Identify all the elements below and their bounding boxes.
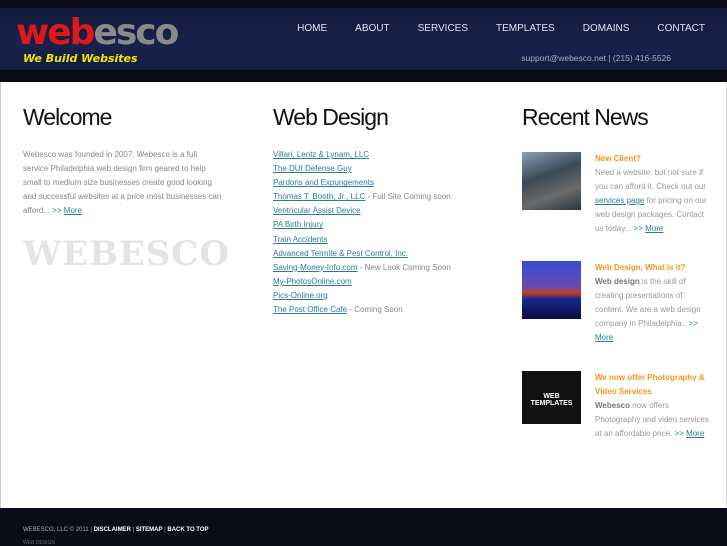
portfolio-note: - Full Site Coming soon: [365, 192, 451, 202]
main-nav: HOME ABOUT SERVICES TEMPLATES DOMAINS CO…: [297, 23, 705, 34]
nav-domains[interactable]: DOMAINS: [583, 23, 630, 34]
news-more-link[interactable]: More: [686, 429, 704, 438]
news-more-link[interactable]: More: [595, 333, 613, 342]
portfolio-item: My-PhotosOnline.com: [273, 275, 451, 289]
portfolio-link[interactable]: Villari, Lentz & Lynam, LLC: [273, 150, 369, 159]
web-design-title: Web Design: [273, 104, 389, 130]
portfolio-link[interactable]: The DUI Defense Guy: [273, 164, 352, 173]
services-page-link[interactable]: services page: [595, 196, 644, 205]
portfolio-link[interactable]: The Post Office Cafe: [273, 305, 347, 314]
portfolio-link[interactable]: Train Accidents: [273, 235, 327, 244]
back-to-top-link[interactable]: BACK TO TOP: [167, 527, 208, 533]
news-title: Web Design, What is it?: [595, 263, 686, 272]
copyright: WEBESCO, LLC © 2011 |: [23, 527, 94, 533]
contact-info: support@webesco.net | (215) 416-5526: [521, 53, 671, 63]
thumb-text: WEB TEMPLATES: [530, 393, 573, 407]
portfolio-item: PA Birth Injury: [273, 218, 451, 232]
portfolio-item: Train Accidents: [273, 233, 451, 247]
disclaimer-link[interactable]: DISCLAIMER: [94, 527, 131, 533]
welcome-text: Webesco was founded in 2007. Webesco is …: [23, 148, 223, 218]
portfolio-note: - Coming Soon: [347, 305, 403, 315]
nav-about[interactable]: ABOUT: [355, 23, 389, 34]
tagline: We Build Websites: [23, 52, 138, 65]
portfolio-link[interactable]: Saving-Money-Info.com: [273, 263, 357, 272]
welcome-more-link[interactable]: More: [64, 206, 82, 215]
news-title: We now offer Photography & Video Service…: [595, 373, 705, 396]
portfolio-item: Ventricular Assist Device: [273, 204, 451, 218]
header: webesco We Build Websites HOME ABOUT SER…: [0, 0, 727, 82]
portfolio-item: Villari, Lentz & Lynam, LLC: [273, 148, 451, 162]
portfolio-link[interactable]: Pics-Online.org: [273, 291, 328, 300]
web-templates-thumbnail[interactable]: WEB TEMPLATES: [522, 371, 581, 424]
more-arrow: >>: [52, 206, 62, 215]
portfolio-item: Thomas T. Booth, Jr., LLC - Full Site Co…: [273, 190, 451, 204]
portfolio-link[interactable]: PA Birth Injury: [273, 220, 323, 229]
footer: WEBESCO, LLC © 2011 | DISCLAIMER | SITEM…: [23, 527, 209, 533]
main-content: Welcome Webesco was founded in 2007. Web…: [0, 82, 727, 508]
nav-templates[interactable]: TEMPLATES: [496, 23, 555, 34]
news-bold: Web design: [595, 277, 640, 286]
footer-sub: WEB DESIGN: [23, 540, 55, 546]
nav-home[interactable]: HOME: [297, 23, 327, 34]
portfolio-link[interactable]: Advanced Termite & Pest Control, Inc.: [273, 249, 408, 258]
portfolio-item: Saving-Money-Info.com - New Look Coming …: [273, 261, 451, 275]
nav-services[interactable]: SERVICES: [418, 23, 468, 34]
news-more-link[interactable]: More: [645, 224, 663, 233]
more-arrow: >>: [688, 319, 698, 328]
night-city-thumbnail[interactable]: [522, 261, 581, 319]
portfolio-link[interactable]: Thomas T. Booth, Jr., LLC: [273, 192, 365, 201]
portfolio-item: The Post Office Cafe - Coming Soon: [273, 303, 451, 317]
logo-gray: esco: [93, 12, 179, 53]
nav-contact[interactable]: CONTACT: [657, 23, 705, 34]
news-text: Need a website, but not sure if you can …: [595, 168, 707, 191]
portfolio-item: The DUI Defense Guy: [273, 162, 451, 176]
portfolio-link[interactable]: Ventricular Assist Device: [273, 206, 361, 215]
logo-red: web: [16, 12, 95, 53]
more-arrow: >>: [674, 429, 684, 438]
portfolio-link[interactable]: Pardons and Expungements: [273, 178, 374, 187]
webesco-watermark-logo: WEBESCO: [23, 234, 230, 274]
news-bold: Webesco: [595, 401, 630, 410]
sitemap-link[interactable]: SITEMAP: [136, 527, 163, 533]
portfolio-item: Pardons and Expungements: [273, 176, 451, 190]
news-title: New Client?: [595, 154, 641, 163]
portfolio-list: Villari, Lentz & Lynam, LLC The DUI Defen…: [273, 148, 451, 317]
recent-news-title: Recent News: [522, 104, 649, 130]
welcome-title: Welcome: [23, 104, 112, 130]
railroad-thumbnail[interactable]: [522, 152, 581, 210]
logo[interactable]: webesco: [16, 12, 179, 53]
portfolio-item: Advanced Termite & Pest Control, Inc.: [273, 247, 451, 261]
portfolio-link[interactable]: My-PhotosOnline.com: [273, 277, 352, 286]
portfolio-note: - New Look Coming Soon: [357, 262, 451, 272]
portfolio-item: Pics-Online.org: [273, 289, 451, 303]
more-arrow: >>: [633, 224, 643, 233]
